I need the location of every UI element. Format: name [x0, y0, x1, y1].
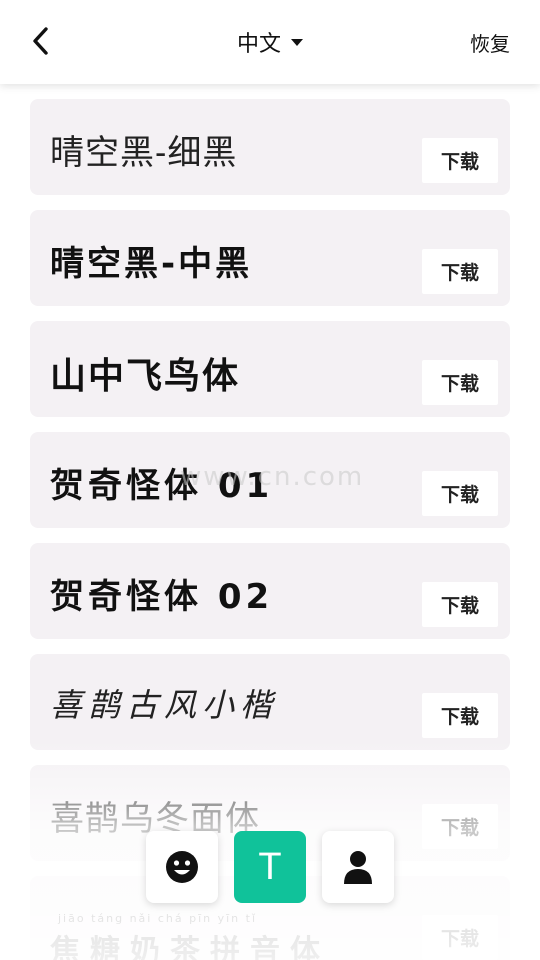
download-button[interactable]: 下载 [422, 471, 498, 516]
font-name-preview: 晴空黑-中黑 [50, 244, 253, 284]
download-button[interactable]: 下载 [422, 915, 498, 960]
nav-font-button[interactable]: T [234, 831, 306, 903]
font-name-preview: 山中飞鸟体 [50, 356, 241, 397]
download-button[interactable]: 下载 [422, 249, 498, 294]
download-button[interactable]: 下载 [422, 360, 498, 405]
font-card[interactable]: 贺奇怪体 02 下载 [30, 543, 510, 639]
pinyin-annotation: jiāo táng nǎi chá pīn yīn tǐ [58, 912, 258, 925]
top-bar: 中文 恢复 [0, 0, 540, 84]
font-name-preview: 喜鹊古风小楷 [50, 686, 279, 724]
download-button[interactable]: 下载 [422, 804, 498, 849]
font-card[interactable]: 晴空黑-中黑 下载 [30, 210, 510, 306]
language-dropdown[interactable]: 中文 [215, 26, 325, 58]
text-icon: T [258, 845, 282, 888]
download-button[interactable]: 下载 [422, 693, 498, 738]
back-button[interactable] [26, 24, 58, 58]
font-card[interactable]: 山中飞鸟体 下载 [30, 321, 510, 417]
download-button[interactable]: 下载 [422, 138, 498, 183]
font-name-preview: 晴空黑-细黑 [50, 134, 238, 172]
nav-profile-button[interactable] [322, 831, 394, 903]
bottom-nav: T [146, 831, 394, 903]
font-card[interactable]: 晴空黑-细黑 下载 [30, 99, 510, 195]
font-card[interactable]: 喜鹊古风小楷 下载 [30, 654, 510, 750]
smiley-icon [166, 851, 198, 883]
caret-down-icon [291, 38, 303, 46]
chevron-left-icon [33, 27, 48, 55]
font-name-preview: 贺奇怪体 02 [50, 577, 274, 617]
language-label: 中文 [236, 32, 281, 57]
download-button[interactable]: 下载 [422, 582, 498, 627]
restore-button[interactable]: 恢复 [470, 28, 510, 57]
user-icon [344, 851, 372, 884]
nav-emoji-button[interactable] [146, 831, 218, 903]
watermark: www.cn.com [180, 462, 365, 492]
font-name-preview: 焦糖奶茶拼音体 [50, 934, 330, 960]
